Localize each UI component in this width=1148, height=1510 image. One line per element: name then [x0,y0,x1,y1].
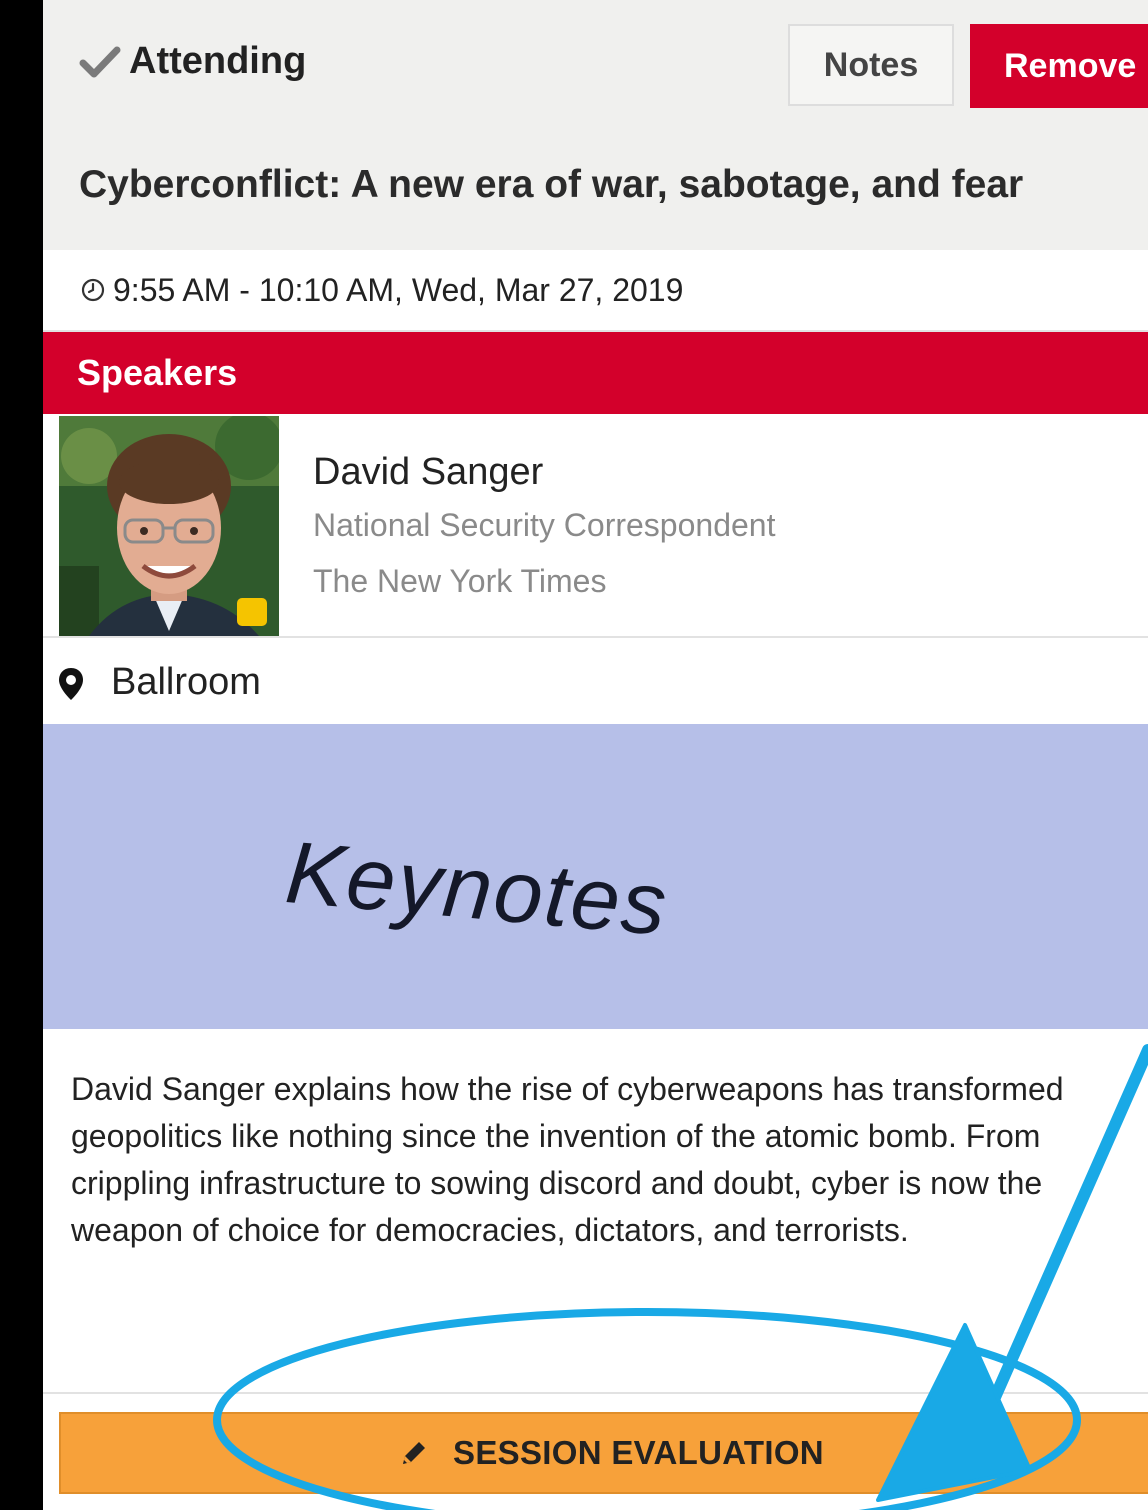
session-time: 9:55 AM - 10:10 AM, Wed, Mar 27, 2019 [113,272,684,308]
attending-label: Attending [129,40,307,82]
speaker-avatar[interactable] [59,416,279,636]
session-header: Attending Notes Remove Cyberconflict: A … [43,0,1148,250]
map-pin-icon [59,668,83,700]
speaker-organization: The New York Times [313,563,607,599]
session-evaluation-label: SESSION EVALUATION [453,1434,824,1471]
remove-button[interactable]: Remove [970,24,1148,108]
session-evaluation-button[interactable]: SESSION EVALUATION [59,1412,1148,1494]
notes-button[interactable]: Notes [788,24,954,106]
speakers-header: Speakers [43,332,1148,414]
check-icon [79,46,121,77]
divider [43,1392,1148,1394]
session-description: David Sanger explains how the rise of cy… [71,1071,1064,1248]
session-detail-page: Attending Notes Remove Cyberconflict: A … [43,0,1148,1510]
session-location: Ballroom [111,661,261,703]
session-title: Cyberconflict: A new era of war, sabotag… [79,163,1024,206]
track-banner: Keynotes [43,724,1148,1029]
speaker-name: David Sanger [313,451,544,493]
clock-icon [81,278,105,302]
speakers-label: Speakers [77,352,238,393]
track-banner-text: Keynotes [282,822,672,954]
attending-status[interactable]: Attending [79,40,306,83]
speaker-title: National Security Correspondent [313,507,776,543]
pencil-icon [403,1442,426,1464]
